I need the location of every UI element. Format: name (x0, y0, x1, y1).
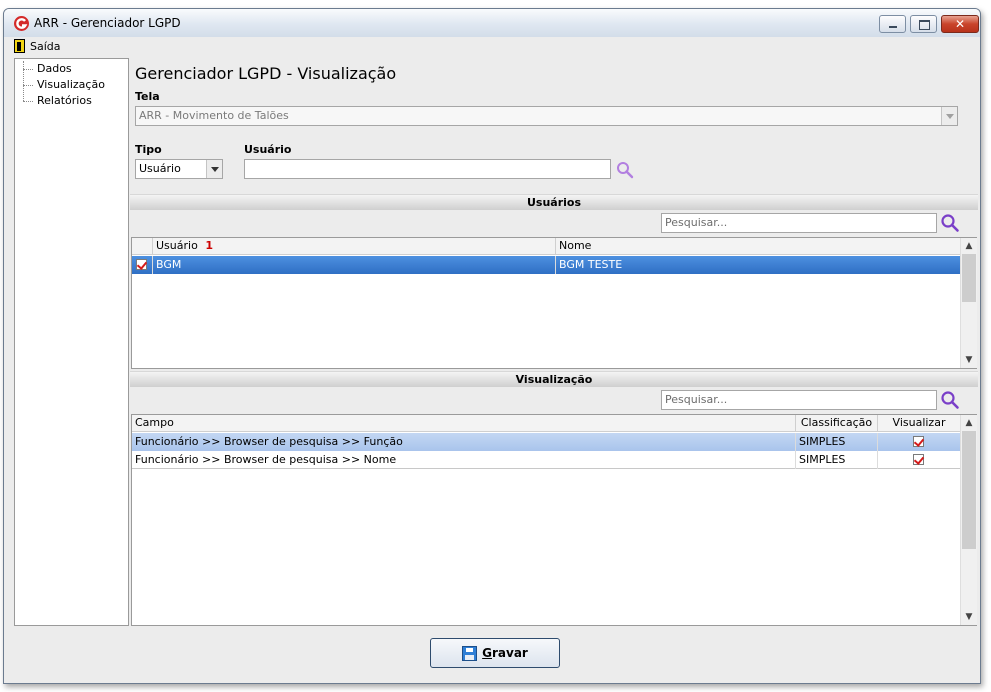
user-input[interactable] (244, 159, 611, 179)
type-select[interactable]: Usuário (135, 159, 223, 179)
scroll-up-icon[interactable]: ▲ (961, 415, 977, 431)
users-search-icon[interactable] (940, 213, 960, 233)
users-search-input[interactable]: Pesquisar... (661, 213, 937, 233)
row-visible-checkbox[interactable] (913, 436, 924, 447)
view-header-classification[interactable]: Classificação (796, 415, 878, 432)
user-label: Usuário (244, 143, 292, 156)
view-search-input[interactable]: Pesquisar... (661, 390, 937, 410)
row-user: BGM (153, 256, 556, 274)
table-row[interactable]: Funcionário >> Browser de pesquisa >> No… (132, 451, 960, 469)
scroll-thumb[interactable] (962, 431, 976, 549)
table-row[interactable]: Funcionário >> Browser de pesquisa >> Fu… (132, 433, 960, 451)
users-grid: Usuário 1 Nome BGM BGM TESTE ▲ ▼ (131, 237, 977, 369)
table-row[interactable]: BGM BGM TESTE (132, 256, 960, 274)
users-header-name[interactable]: Nome (556, 238, 960, 255)
close-icon: ✕ (954, 17, 966, 31)
title-bar[interactable]: ARR - Gerenciador LGPD ✕ (4, 9, 980, 37)
minimize-button[interactable] (879, 15, 906, 33)
row-checkbox-cell[interactable] (132, 256, 153, 274)
row-field: Funcionário >> Browser de pesquisa >> Fu… (132, 433, 796, 451)
users-scrollbar[interactable]: ▲ ▼ (960, 238, 977, 368)
page-title: Gerenciador LGPD - Visualização (135, 64, 397, 83)
type-select-dropdown-icon[interactable] (206, 160, 222, 178)
row-visible-cell[interactable] (878, 433, 960, 451)
view-header-visible[interactable]: Visualizar (878, 415, 960, 432)
users-header-user-label: Usuário (156, 239, 198, 252)
scroll-up-icon[interactable]: ▲ (961, 238, 977, 254)
main-content: Gerenciador LGPD - Visualização Tela ARR… (130, 58, 978, 626)
maximize-button[interactable] (910, 15, 937, 33)
scroll-down-icon[interactable]: ▼ (961, 352, 977, 368)
navigation-tree: Dados Visualização Relatórios (14, 58, 129, 626)
type-label: Tipo (135, 143, 162, 156)
row-classification: SIMPLES (796, 451, 878, 469)
screen-select-dropdown-icon[interactable] (941, 107, 957, 125)
floppy-disk-icon (462, 645, 478, 661)
row-visible-checkbox[interactable] (913, 454, 924, 465)
users-header-user[interactable]: Usuário 1 (153, 238, 556, 255)
window-title: ARR - Gerenciador LGPD (34, 16, 181, 30)
row-field: Funcionário >> Browser de pesquisa >> No… (132, 451, 796, 469)
screen-label: Tela (135, 90, 160, 103)
close-button[interactable]: ✕ (941, 15, 979, 33)
tree-item-dados[interactable]: Dados (23, 61, 72, 77)
tree-item-visualizacao[interactable]: Visualização (23, 77, 105, 93)
scroll-down-icon[interactable]: ▼ (961, 609, 977, 625)
row-checkbox-checked[interactable] (136, 259, 147, 270)
tree-item-relatorios[interactable]: Relatórios (23, 93, 92, 109)
screen-select-value: ARR - Movimento de Talões (139, 109, 289, 122)
user-search-icon[interactable] (615, 160, 635, 180)
view-header-field[interactable]: Campo (132, 415, 796, 432)
menu-exit[interactable]: Saída (14, 38, 61, 54)
app-logo-icon (14, 16, 29, 31)
users-grid-header: Usuário 1 Nome (132, 238, 960, 255)
row-name: BGM TESTE (559, 258, 623, 271)
scroll-thumb[interactable] (962, 254, 976, 302)
screen-select[interactable]: ARR - Movimento de Talões (135, 106, 958, 126)
exit-door-icon (14, 39, 25, 53)
sort-ascending-icon: 1 (205, 239, 213, 252)
view-section-header: Visualização (130, 371, 978, 387)
view-search-icon[interactable] (940, 390, 960, 410)
menu-exit-label: Saída (30, 39, 61, 53)
app-window: ARR - Gerenciador LGPD ✕ Saída Dados Vis… (3, 8, 981, 684)
view-grid-header: Campo Classificação Visualizar (132, 415, 960, 432)
type-select-value: Usuário (139, 162, 181, 175)
save-button[interactable]: Gravar (430, 638, 560, 668)
view-scrollbar[interactable]: ▲ ▼ (960, 415, 977, 625)
row-classification: SIMPLES (796, 433, 878, 451)
row-visible-cell[interactable] (878, 451, 960, 469)
view-grid: Campo Classificação Visualizar Funcionár… (131, 414, 977, 626)
menu-bar: Saída (4, 37, 980, 55)
users-header-check[interactable] (132, 238, 153, 255)
users-section-header: Usuários (130, 194, 978, 210)
save-button-label: Gravar (482, 646, 528, 660)
